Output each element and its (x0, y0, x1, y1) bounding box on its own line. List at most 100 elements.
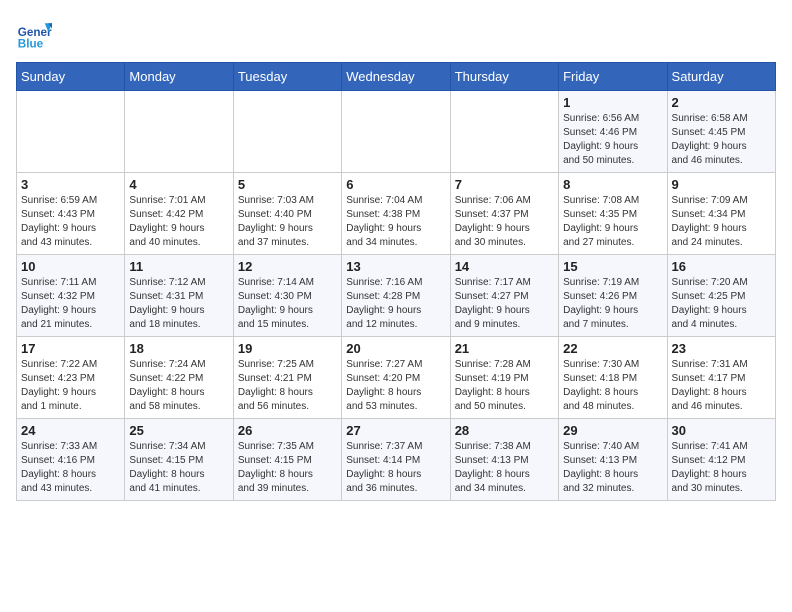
weekday-header-monday: Monday (125, 63, 233, 91)
day-info: Sunrise: 7:37 AM Sunset: 4:14 PM Dayligh… (346, 440, 445, 496)
day-info: Sunrise: 7:12 AM Sunset: 4:31 PM Dayligh… (129, 276, 228, 332)
day-number: 7 (455, 177, 554, 192)
weekday-header-thursday: Thursday (450, 63, 558, 91)
day-info: Sunrise: 7:09 AM Sunset: 4:34 PM Dayligh… (672, 194, 771, 250)
day-cell: 24 Sunrise: 7:33 AM Sunset: 4:16 PM Dayli… (17, 419, 125, 501)
day-info: Sunrise: 7:34 AM Sunset: 4:15 PM Dayligh… (129, 440, 228, 496)
day-number: 16 (672, 259, 771, 274)
weekday-header-wednesday: Wednesday (342, 63, 450, 91)
day-cell: 9 Sunrise: 7:09 AM Sunset: 4:34 PM Daylig… (667, 173, 775, 255)
day-info: Sunrise: 7:24 AM Sunset: 4:22 PM Dayligh… (129, 358, 228, 414)
week-row-2: 3 Sunrise: 6:59 AM Sunset: 4:43 PM Daylig… (17, 173, 776, 255)
day-cell: 28 Sunrise: 7:38 AM Sunset: 4:13 PM Dayli… (450, 419, 558, 501)
logo-icon: General Blue (16, 16, 52, 52)
day-number: 26 (238, 423, 337, 438)
day-cell: 10 Sunrise: 7:11 AM Sunset: 4:32 PM Dayli… (17, 255, 125, 337)
day-number: 27 (346, 423, 445, 438)
day-cell: 22Sunrise: 7:30 AM Sunset: 4:18 PM Dayli… (559, 337, 667, 419)
svg-text:Blue: Blue (18, 38, 44, 51)
day-cell: 3 Sunrise: 6:59 AM Sunset: 4:43 PM Daylig… (17, 173, 125, 255)
day-info: Sunrise: 7:11 AM Sunset: 4:32 PM Dayligh… (21, 276, 120, 332)
calendar-table: SundayMondayTuesdayWednesdayThursdayFrid… (16, 62, 776, 501)
day-cell: 21 Sunrise: 7:28 AM Sunset: 4:19 PM Dayli… (450, 337, 558, 419)
day-cell (342, 91, 450, 173)
weekday-header-row: SundayMondayTuesdayWednesdayThursdayFrid… (17, 63, 776, 91)
day-number: 29 (563, 423, 662, 438)
day-info: Sunrise: 6:56 AM Sunset: 4:46 PM Dayligh… (563, 112, 662, 168)
day-cell: 25 Sunrise: 7:34 AM Sunset: 4:15 PM Dayli… (125, 419, 233, 501)
day-info: Sunrise: 7:17 AM Sunset: 4:27 PM Dayligh… (455, 276, 554, 332)
day-number: 13 (346, 259, 445, 274)
day-cell: 11 Sunrise: 7:12 AM Sunset: 4:31 PM Dayli… (125, 255, 233, 337)
day-cell: 23Sunrise: 7:31 AM Sunset: 4:17 PM Dayli… (667, 337, 775, 419)
day-cell: 7 Sunrise: 7:06 AM Sunset: 4:37 PM Daylig… (450, 173, 558, 255)
day-number: 21 (455, 341, 554, 356)
day-cell: 15 Sunrise: 7:19 AM Sunset: 4:26 PM Dayli… (559, 255, 667, 337)
week-row-3: 10 Sunrise: 7:11 AM Sunset: 4:32 PM Dayli… (17, 255, 776, 337)
day-number: 18 (129, 341, 228, 356)
day-number: 6 (346, 177, 445, 192)
week-row-4: 17 Sunrise: 7:22 AM Sunset: 4:23 PM Dayli… (17, 337, 776, 419)
day-info: Sunrise: 7:06 AM Sunset: 4:37 PM Dayligh… (455, 194, 554, 250)
day-cell: 19 Sunrise: 7:25 AM Sunset: 4:21 PM Dayli… (233, 337, 341, 419)
day-info: Sunrise: 7:38 AM Sunset: 4:13 PM Dayligh… (455, 440, 554, 496)
day-number: 11 (129, 259, 228, 274)
day-number: 14 (455, 259, 554, 274)
day-info: Sunrise: 7:01 AM Sunset: 4:42 PM Dayligh… (129, 194, 228, 250)
day-cell: 4Sunrise: 7:01 AM Sunset: 4:42 PM Daylig… (125, 173, 233, 255)
day-number: 3 (21, 177, 120, 192)
day-info: Sunrise: 7:14 AM Sunset: 4:30 PM Dayligh… (238, 276, 337, 332)
day-number: 17 (21, 341, 120, 356)
day-number: 28 (455, 423, 554, 438)
day-cell: 29Sunrise: 7:40 AM Sunset: 4:13 PM Dayli… (559, 419, 667, 501)
day-number: 12 (238, 259, 337, 274)
day-number: 24 (21, 423, 120, 438)
day-cell: 6 Sunrise: 7:04 AM Sunset: 4:38 PM Daylig… (342, 173, 450, 255)
day-info: Sunrise: 6:58 AM Sunset: 4:45 PM Dayligh… (672, 112, 771, 168)
day-info: Sunrise: 7:04 AM Sunset: 4:38 PM Dayligh… (346, 194, 445, 250)
day-cell: 27 Sunrise: 7:37 AM Sunset: 4:14 PM Dayli… (342, 419, 450, 501)
day-cell: 12 Sunrise: 7:14 AM Sunset: 4:30 PM Dayli… (233, 255, 341, 337)
day-info: Sunrise: 7:25 AM Sunset: 4:21 PM Dayligh… (238, 358, 337, 414)
day-info: Sunrise: 7:22 AM Sunset: 4:23 PM Dayligh… (21, 358, 120, 414)
day-number: 10 (21, 259, 120, 274)
day-number: 5 (238, 177, 337, 192)
day-cell: 26Sunrise: 7:35 AM Sunset: 4:15 PM Dayli… (233, 419, 341, 501)
day-cell: 20Sunrise: 7:27 AM Sunset: 4:20 PM Dayli… (342, 337, 450, 419)
week-row-1: 1 Sunrise: 6:56 AM Sunset: 4:46 PM Daylig… (17, 91, 776, 173)
day-cell (450, 91, 558, 173)
week-row-5: 24 Sunrise: 7:33 AM Sunset: 4:16 PM Dayli… (17, 419, 776, 501)
day-cell: 16 Sunrise: 7:20 AM Sunset: 4:25 PM Dayli… (667, 255, 775, 337)
day-info: Sunrise: 7:03 AM Sunset: 4:40 PM Dayligh… (238, 194, 337, 250)
day-info: Sunrise: 7:20 AM Sunset: 4:25 PM Dayligh… (672, 276, 771, 332)
day-cell: 17 Sunrise: 7:22 AM Sunset: 4:23 PM Dayli… (17, 337, 125, 419)
day-number: 1 (563, 95, 662, 110)
day-cell: 1 Sunrise: 6:56 AM Sunset: 4:46 PM Daylig… (559, 91, 667, 173)
day-number: 8 (563, 177, 662, 192)
day-cell: 14 Sunrise: 7:17 AM Sunset: 4:27 PM Dayli… (450, 255, 558, 337)
day-info: Sunrise: 7:28 AM Sunset: 4:19 PM Dayligh… (455, 358, 554, 414)
day-number: 15 (563, 259, 662, 274)
day-cell: 5 Sunrise: 7:03 AM Sunset: 4:40 PM Daylig… (233, 173, 341, 255)
day-number: 30 (672, 423, 771, 438)
logo: General Blue (16, 16, 56, 52)
day-number: 9 (672, 177, 771, 192)
day-number: 20 (346, 341, 445, 356)
day-cell: 2Sunrise: 6:58 AM Sunset: 4:45 PM Daylig… (667, 91, 775, 173)
weekday-header-sunday: Sunday (17, 63, 125, 91)
day-info: Sunrise: 7:31 AM Sunset: 4:17 PM Dayligh… (672, 358, 771, 414)
day-cell: 30 Sunrise: 7:41 AM Sunset: 4:12 PM Dayli… (667, 419, 775, 501)
day-info: Sunrise: 6:59 AM Sunset: 4:43 PM Dayligh… (21, 194, 120, 250)
day-number: 19 (238, 341, 337, 356)
day-info: Sunrise: 7:19 AM Sunset: 4:26 PM Dayligh… (563, 276, 662, 332)
day-info: Sunrise: 7:41 AM Sunset: 4:12 PM Dayligh… (672, 440, 771, 496)
day-info: Sunrise: 7:30 AM Sunset: 4:18 PM Dayligh… (563, 358, 662, 414)
day-cell: 13Sunrise: 7:16 AM Sunset: 4:28 PM Dayli… (342, 255, 450, 337)
day-info: Sunrise: 7:08 AM Sunset: 4:35 PM Dayligh… (563, 194, 662, 250)
header: General Blue (16, 16, 776, 52)
day-cell: 8 Sunrise: 7:08 AM Sunset: 4:35 PM Daylig… (559, 173, 667, 255)
day-cell (233, 91, 341, 173)
day-number: 25 (129, 423, 228, 438)
day-info: Sunrise: 7:33 AM Sunset: 4:16 PM Dayligh… (21, 440, 120, 496)
weekday-header-saturday: Saturday (667, 63, 775, 91)
